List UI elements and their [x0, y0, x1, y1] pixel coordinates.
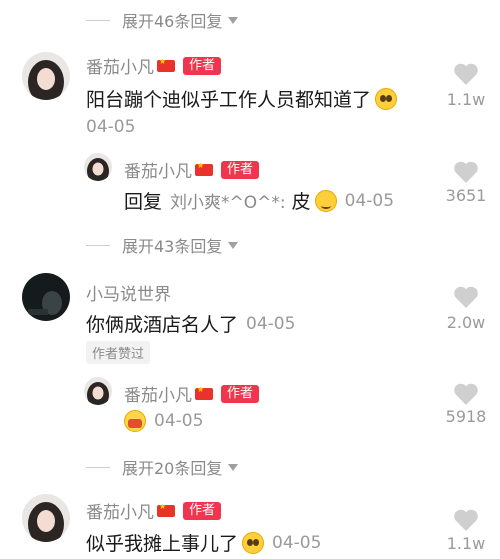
heart-icon[interactable]: [453, 382, 479, 406]
like-count: 2.0w: [446, 313, 486, 332]
reply-target[interactable]: 刘小爽*^O^*:: [170, 188, 286, 213]
expand-replies-button[interactable]: 展开20条回复: [86, 455, 239, 479]
reply-prefix: 回复: [124, 191, 163, 213]
comment-author[interactable]: 番茄小凡 作者: [86, 53, 222, 78]
heart-icon[interactable]: [453, 508, 479, 532]
divider: [86, 19, 110, 21]
smirk-face-icon: [314, 189, 337, 212]
heart-icon[interactable]: [453, 285, 479, 309]
author-name[interactable]: 番茄小凡: [124, 381, 192, 406]
pleading-face-icon: [375, 87, 398, 110]
reply-text: 回复 刘小爽*^O^*: 皮 04-05: [124, 187, 394, 214]
like-count: 3651: [445, 186, 487, 205]
author-name[interactable]: 番茄小凡: [86, 498, 154, 523]
author-badge: 作者: [221, 384, 260, 403]
divider: [86, 466, 110, 468]
reply-text: 04-05: [124, 410, 203, 432]
china-flag-icon: [195, 161, 213, 176]
comment-body: 似乎我摊上事儿了: [86, 533, 239, 555]
like-count: 5918: [445, 407, 487, 426]
expand-replies-label: 展开20条回复: [122, 459, 223, 478]
avatar[interactable]: [84, 153, 112, 181]
comment-body: 阳台蹦个迪似乎工作人员都知道了: [86, 89, 372, 111]
avatar[interactable]: [22, 273, 70, 321]
like-count: 1.1w: [446, 90, 486, 109]
reply-date: 04-05: [344, 190, 395, 211]
mask-face-icon: [124, 410, 146, 432]
reply-author[interactable]: 番茄小凡 作者: [124, 381, 260, 406]
china-flag-icon: [157, 502, 175, 517]
comment-author[interactable]: 番茄小凡 作者: [86, 498, 222, 523]
author-name[interactable]: 番茄小凡: [86, 53, 154, 78]
expand-replies-button[interactable]: 展开46条回复: [86, 8, 239, 32]
comment-date: 04-05: [272, 532, 322, 553]
author-name[interactable]: 小马说世界: [86, 280, 171, 305]
reply-date: 04-05: [154, 411, 204, 431]
pleading-face-icon: [242, 531, 265, 554]
comment-text: 阳台蹦个迪似乎工作人员都知道了: [86, 85, 398, 112]
comment-date: 04-05: [86, 117, 136, 137]
china-flag-icon: [157, 57, 175, 72]
expand-replies-label: 展开46条回复: [122, 12, 223, 31]
china-flag-icon: [195, 385, 213, 400]
like-count: 1.1w: [446, 534, 486, 553]
comment-text: 你俩成酒店名人了 04-05: [86, 310, 295, 337]
author-badge: 作者: [183, 56, 222, 75]
author-badge: 作者: [221, 160, 260, 179]
liked-by-author-badge: 作者赞过: [86, 341, 151, 364]
comment-body: 你俩成酒店名人了: [86, 314, 239, 336]
reply-body: 皮: [291, 191, 311, 213]
chevron-down-icon: [228, 241, 239, 249]
heart-icon[interactable]: [453, 62, 479, 86]
chevron-down-icon: [228, 463, 239, 471]
author-name[interactable]: 番茄小凡: [124, 157, 192, 182]
expand-replies-label: 展开43条回复: [122, 237, 223, 256]
chevron-down-icon: [228, 16, 239, 24]
comment-author[interactable]: 小马说世界: [86, 280, 171, 305]
divider: [86, 244, 110, 246]
avatar[interactable]: [22, 494, 70, 542]
reply-author[interactable]: 番茄小凡 作者: [124, 157, 260, 182]
comment-text: 似乎我摊上事儿了 04-05: [86, 529, 321, 556]
avatar[interactable]: [84, 377, 112, 405]
avatar[interactable]: [22, 52, 70, 100]
heart-icon[interactable]: [453, 160, 479, 184]
expand-replies-button[interactable]: 展开43条回复: [86, 233, 239, 257]
author-badge: 作者: [183, 501, 222, 520]
comment-date: 04-05: [246, 313, 296, 334]
